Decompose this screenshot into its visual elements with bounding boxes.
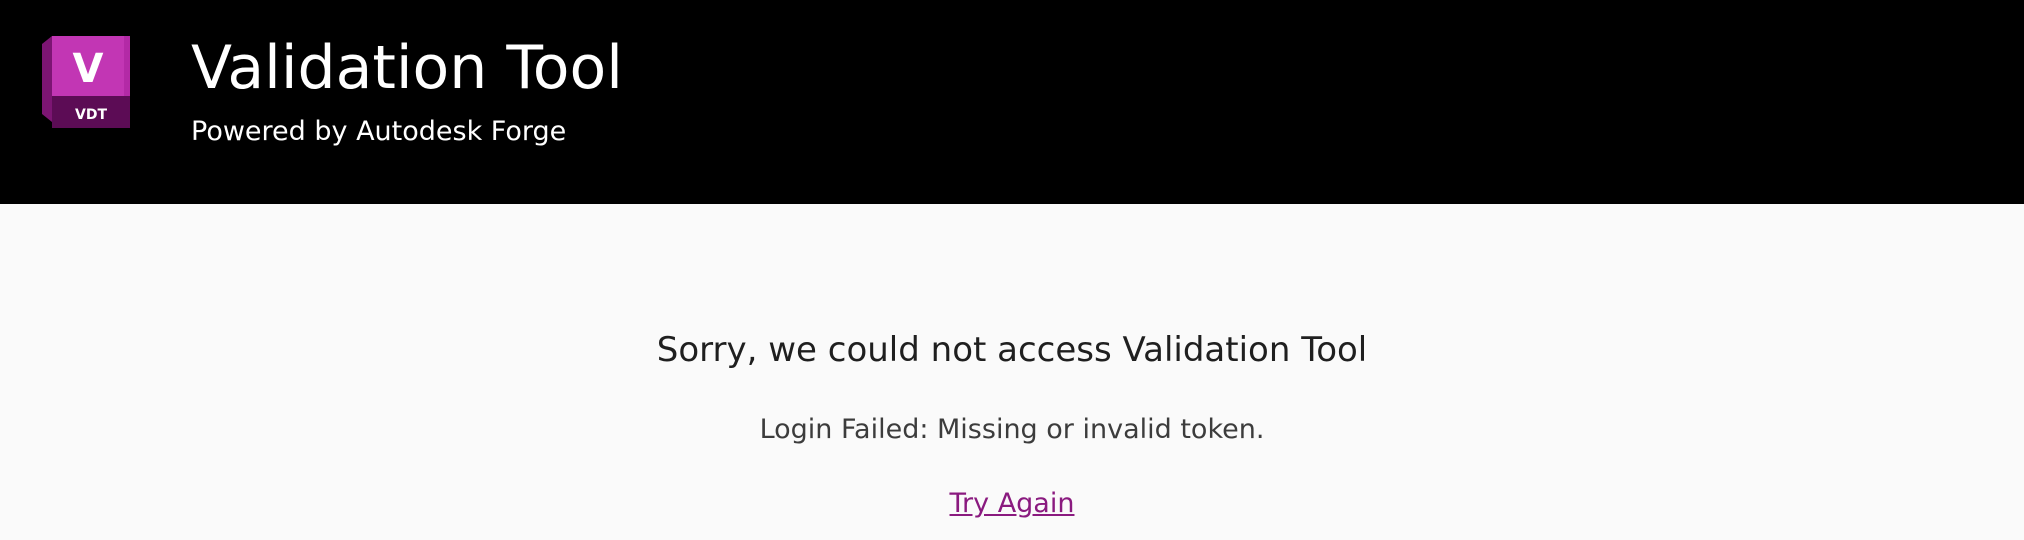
app-header: V VDT Validation Tool Powered by Autodes…	[0, 0, 2024, 204]
logo-letter: V	[73, 46, 104, 92]
error-panel: Sorry, we could not access Validation To…	[0, 204, 2024, 540]
app-title: Validation Tool	[191, 33, 623, 103]
error-message: Login Failed: Missing or invalid token.	[759, 414, 1265, 445]
logo-badge-text: VDT	[75, 107, 107, 123]
app-subtitle: Powered by Autodesk Forge	[191, 116, 567, 147]
try-again-link[interactable]: Try Again	[950, 488, 1075, 519]
error-title: Sorry, we could not access Validation To…	[656, 330, 1368, 370]
retry-link-container: Try Again	[0, 486, 2024, 522]
vdt-app-icon: V VDT	[42, 36, 130, 128]
